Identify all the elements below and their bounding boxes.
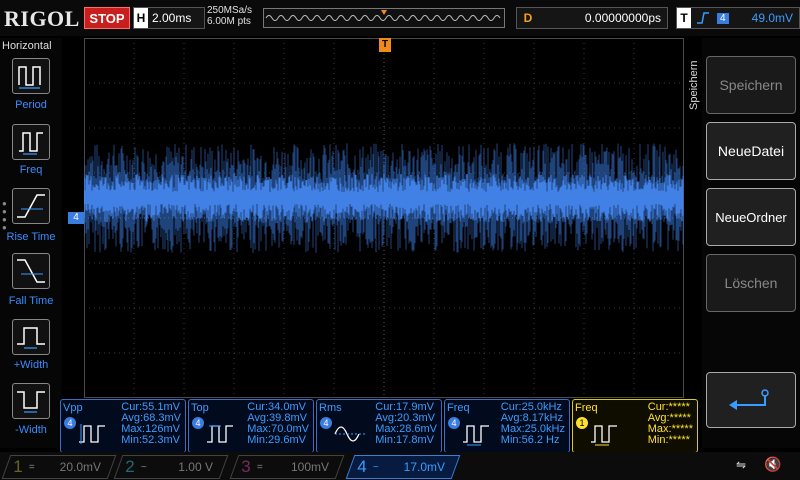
trigger-level: 49.0mV <box>751 11 793 25</box>
measure-values: Cur:17.9mV Avg:20.3mV Max:28.6mV Min:17.8m… <box>375 402 437 446</box>
channel-coupling: ~ <box>373 461 379 473</box>
rise-time-button[interactable] <box>12 188 50 224</box>
trigger-label: T <box>677 8 691 28</box>
speichern-button[interactable]: Speichern <box>706 56 796 114</box>
top-icon <box>207 425 233 443</box>
measure-source: 1 <box>576 417 588 429</box>
measure-name: Rms <box>319 402 342 414</box>
channel-coupling: = <box>29 461 35 473</box>
neg-width-label: -Width <box>15 424 47 436</box>
period-button[interactable] <box>12 58 50 94</box>
channel-number: 2 <box>125 457 135 476</box>
fall-time-button[interactable] <box>12 253 50 289</box>
measure-name: Freq <box>575 402 598 414</box>
memory-depth: 6.00M pts <box>207 16 251 27</box>
measure-min: Min:***** <box>647 434 690 446</box>
timebase-value: 2.00ms <box>152 11 192 25</box>
pos-width-icon <box>17 327 45 349</box>
delay-box[interactable]: D 0.00000000ps <box>516 7 668 29</box>
channel-4-tab[interactable]: 4 ~ 17.0mV <box>345 455 461 479</box>
measure-name: Vpp <box>63 402 83 414</box>
usb-icon: ⇋ <box>736 458 747 472</box>
channel-coupling: ~ <box>141 461 147 473</box>
waveform-overview <box>265 10 501 21</box>
pos-width-label: +Width <box>13 359 49 371</box>
measure-min: Min:52.3mV <box>121 434 180 446</box>
memory-overview-strip <box>263 8 505 28</box>
sample-info: 250MSa/s 6.00M pts <box>207 5 252 27</box>
measure-name: Top <box>191 402 209 414</box>
rigol-logo: RIGOL <box>4 6 80 31</box>
channel-number: 4 <box>357 457 367 476</box>
measure-source: 4 <box>448 417 460 429</box>
measure-values: Cur:55.1mV Avg:68.3mV Max:126mV Min:52.3mV <box>121 402 181 446</box>
channel-coupling: = <box>257 461 263 473</box>
fall-time-icon <box>17 259 45 283</box>
freq-icon <box>19 132 43 155</box>
neg-width-icon <box>17 391 45 413</box>
measure-freq-ch1[interactable]: Freq 1 Cur:***** Avg:***** Max:***** Min:*… <box>572 399 698 453</box>
menu-scroll-dots: ● ● ● ● <box>2 199 7 232</box>
pos-width-button[interactable] <box>12 319 50 355</box>
channel-3-tab[interactable]: 3 = 100mV <box>229 455 345 479</box>
delay-value: 0.00000000ps <box>584 11 661 25</box>
horizontal-label: H <box>134 8 148 28</box>
run-stop-status[interactable]: STOP <box>84 7 130 29</box>
trigger-box[interactable]: T 4 49.0mV <box>676 7 800 29</box>
rise-time-icon <box>17 194 45 218</box>
delay-label: D <box>523 11 533 25</box>
trigger-source: 4 <box>717 12 729 24</box>
overview-trigger-icon <box>381 10 387 15</box>
measure-top[interactable]: Top 4 Cur:34.0mV Avg:39.8mV Max:70.0mV Min… <box>188 399 314 453</box>
fall-time-label: Fall Time <box>8 295 54 307</box>
sample-rate: 250MSa/s <box>207 5 253 16</box>
measure-values: Cur:***** Avg:***** Max:***** Min:***** <box>648 402 693 446</box>
freq-small-icon <box>463 425 489 446</box>
freq-button[interactable] <box>12 124 50 160</box>
period-label: Period <box>15 99 47 111</box>
measure-freq-ch4[interactable]: Freq 4 Cur:25.0kHz Avg:8.17kHz Max:25.0kH… <box>444 399 570 453</box>
loeschen-button[interactable]: Löschen <box>706 254 796 312</box>
measure-source: 4 <box>320 417 332 429</box>
measure-rms[interactable]: Rms 4 Cur:17.9mV Avg:20.3mV Max:28.6mV Min… <box>316 399 442 453</box>
measure-name: Freq <box>447 402 470 414</box>
measure-vpp[interactable]: Vpp 4 Cur:55.1mV Avg:68.3mV Max:126mV Min:… <box>60 399 186 453</box>
trigger-position-marker[interactable]: T <box>379 38 391 52</box>
speaker-muted-icon[interactable]: 🔇 <box>764 456 781 473</box>
channel-scale: 20.0mV <box>59 460 101 474</box>
channel-scale: 100mV <box>290 460 329 474</box>
rise-time-label: Rise Time <box>6 231 56 243</box>
measure-min: Min:29.6mV <box>247 434 306 446</box>
ch4-offset-marker[interactable]: 4 <box>68 212 84 224</box>
neg-width-button[interactable] <box>12 383 50 419</box>
rising-edge-icon <box>697 12 709 24</box>
measure-min: Min:56.2 Hz <box>500 434 560 446</box>
measure-source: 4 <box>192 417 204 429</box>
ch4-noise-trace <box>84 143 684 253</box>
measure-source: 4 <box>64 417 76 429</box>
channel-2-tab[interactable]: 2 ~ 1.00 V <box>113 455 229 479</box>
freq-label: Freq <box>19 164 43 176</box>
neue-datei-button[interactable]: NeueDatei <box>706 122 796 180</box>
period-icon <box>18 66 41 89</box>
horizontal-timebase[interactable]: H 2.00ms <box>133 7 205 29</box>
right-menu-title: Speichern <box>688 60 700 110</box>
return-arrow-icon <box>729 389 769 410</box>
measure-values: Cur:34.0mV Avg:39.8mV Max:70.0mV Min:29.6m… <box>247 402 309 446</box>
channel-1-tab[interactable]: 1 = 20.0mV <box>1 455 117 479</box>
measure-values: Cur:25.0kHz Avg:8.17kHz Max:25.0kHz Min:56… <box>501 402 565 446</box>
measure-min: Min:17.8mV <box>375 434 434 446</box>
channel-scale: 17.0mV <box>403 460 445 474</box>
waveform-display[interactable] <box>84 38 684 398</box>
channel-number: 3 <box>241 457 251 476</box>
left-menu-title: Horizontal <box>2 40 52 52</box>
vpp-icon <box>79 424 105 444</box>
neue-ordner-button[interactable]: NeueOrdner <box>706 188 796 246</box>
rms-icon <box>334 426 365 442</box>
channel-scale: 1.00 V <box>178 460 213 474</box>
channel-number: 1 <box>13 457 23 476</box>
freq-small-icon <box>591 425 617 446</box>
return-button[interactable] <box>706 372 796 428</box>
